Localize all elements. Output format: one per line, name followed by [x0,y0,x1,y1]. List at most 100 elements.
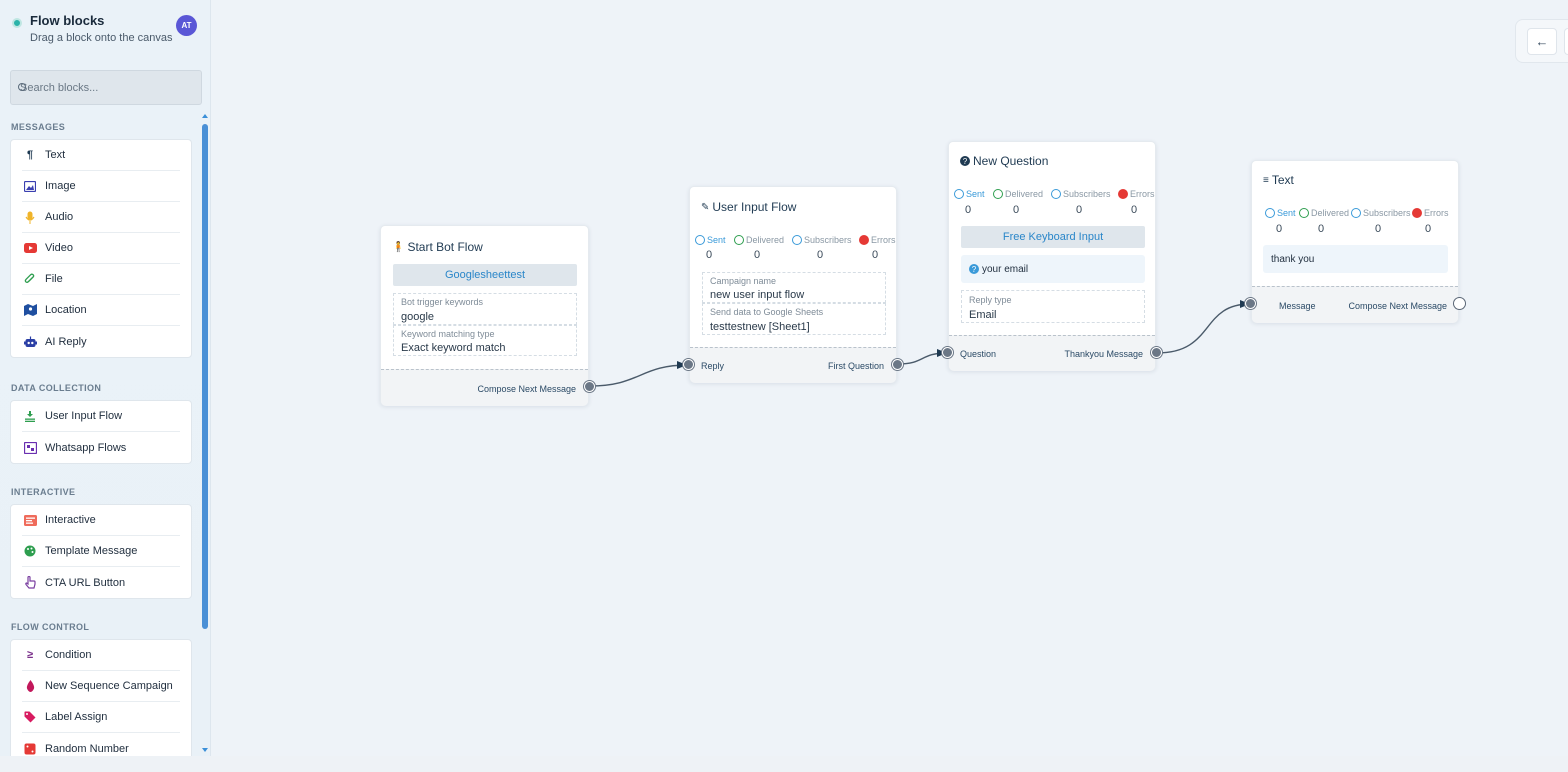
text-message-box[interactable]: thank you [1263,245,1448,273]
block-text[interactable]: ¶ Text [22,140,180,171]
search-input[interactable] [11,71,201,104]
section-messages-label: MESSAGES [11,122,66,132]
question-message-box[interactable]: ? your email [961,255,1145,283]
node-user-input-flow[interactable]: ✎ User Input Flow Sent Delivered Subscrib… [689,186,897,383]
stat-delivered-value: 0 [1318,223,1325,235]
send-icon [1265,208,1275,218]
scroll-thumb[interactable] [202,124,208,629]
block-video[interactable]: Video [22,233,180,264]
field-label: Campaign name [710,276,777,286]
field-label: Send data to Google Sheets [710,307,824,317]
stat-errors: Errors [1412,208,1449,218]
input-port[interactable] [942,347,953,358]
stat-label: Delivered [1311,208,1350,218]
stat-delivered: Delivered [1299,208,1349,218]
image-icon [23,179,37,193]
send-icon [695,235,705,245]
stat-sent: Sent [695,235,726,245]
stat-errors: Errors [859,235,896,245]
output-port[interactable] [584,381,595,392]
user-circle-icon [1351,208,1361,218]
block-file[interactable]: File [22,264,180,295]
output-port-empty[interactable] [1454,298,1465,309]
scroll-up-arrow-icon[interactable] [202,114,208,118]
input-port[interactable] [1245,298,1256,309]
node-footer: Message Compose Next Message [1252,286,1458,323]
block-label: New Sequence Campaign [45,680,173,692]
interactive-icon [23,513,37,527]
walking-person-icon: 🧍 [392,241,405,253]
question-circle-icon: ? [960,156,970,166]
block-whatsapp-flows[interactable]: Whatsapp Flows [22,432,180,463]
video-icon [23,241,37,255]
stat-subscribers-value: 0 [1375,223,1382,235]
avatar[interactable]: AT [176,15,197,36]
flows-icon [23,441,37,455]
block-image[interactable]: Image [22,171,180,202]
block-new-sequence-campaign[interactable]: New Sequence Campaign [22,671,180,702]
reply-mode-pill[interactable]: Free Keyboard Input [961,226,1145,248]
stat-subscribers: Subscribers [1051,189,1111,199]
check-circle-icon [734,235,744,245]
status-dot-icon [12,18,22,28]
block-audio[interactable]: Audio [22,202,180,233]
stat-delivered: Delivered [734,235,784,245]
scroll-down-arrow-icon[interactable] [202,748,208,752]
field-label: Keyword matching type [401,329,495,339]
question-message-text: your email [982,263,1029,275]
node-start-bot-flow[interactable]: 🧍 Start Bot Flow Googlesheettest Bot trig… [380,225,589,406]
node-new-question[interactable]: ? New Question Sent Delivered Subscribers… [948,141,1156,371]
paragraph-icon: ¶ [26,149,34,161]
field-bot-trigger-keywords[interactable]: Bot trigger keywords google [393,293,577,325]
stat-label: Sent [1277,208,1296,218]
flow-blocks-sidebar: Flow blocks Drag a block onto the canvas… [0,0,211,756]
block-label: Whatsapp Flows [45,441,127,454]
field-send-to-google-sheets[interactable]: Send data to Google Sheets testtestnew [… [702,303,886,335]
block-interactive[interactable]: Interactive [22,505,180,536]
list-icon: ≡ [1263,174,1269,186]
sidebar-title: Flow blocks [30,13,105,28]
block-label-assign[interactable]: Label Assign [22,702,180,733]
flow-control-group: ≥ Condition New Sequence Campaign Label A… [10,639,192,756]
check-circle-icon [993,189,1003,199]
field-label: Reply type [969,295,1012,305]
field-campaign-name[interactable]: Campaign name new user input flow [702,272,886,303]
stat-label: Subscribers [1363,208,1411,218]
field-value: testtestnew [Sheet1] [710,321,810,333]
trigger-name-pill[interactable]: Googlesheettest [393,264,577,286]
block-label: File [45,273,63,285]
block-template-message[interactable]: Template Message [22,536,180,567]
check-circle-icon [1299,208,1309,218]
node-title: ≡ Text [1263,173,1294,187]
stat-subscribers-value: 0 [817,249,824,261]
input-port[interactable] [683,359,694,370]
field-keyword-matching-type[interactable]: Keyword matching type Exact keyword matc… [393,325,577,356]
toolbar-next-button[interactable] [1564,28,1568,55]
back-button[interactable]: ← [1527,28,1557,55]
node-footer: Question Thankyou Message [949,335,1155,371]
input-port-label: Reply [701,361,725,371]
output-port[interactable] [892,359,903,370]
output-port[interactable] [1151,347,1162,358]
output-port-label: Thankyou Message [1064,349,1143,359]
block-user-input-flow[interactable]: User Input Flow [22,401,180,432]
block-ai-reply[interactable]: AI Reply [22,326,180,357]
node-text[interactable]: ≡ Text Sent Delivered Subscribers Errors … [1251,160,1459,323]
field-reply-type[interactable]: Reply type Email [961,290,1145,323]
block-label: Video [45,242,73,254]
robot-icon [23,335,37,349]
stat-errors-value: 0 [872,249,879,261]
stat-label: Subscribers [804,235,852,245]
block-cta-url-button[interactable]: CTA URL Button [22,567,180,598]
block-condition[interactable]: ≥ Condition [22,640,180,671]
block-location[interactable]: Location [22,295,180,326]
field-label: Bot trigger keywords [401,297,484,307]
user-circle-icon [1051,189,1061,199]
node-title-text: User Input Flow [712,200,797,214]
block-random-number[interactable]: Random Number [22,733,180,756]
section-flow-control-label: FLOW CONTROL [11,622,90,632]
output-port-label: First Question [827,361,884,371]
sidebar-scrollbar[interactable] [202,114,209,752]
microphone-icon [23,210,37,224]
map-icon [23,303,37,317]
